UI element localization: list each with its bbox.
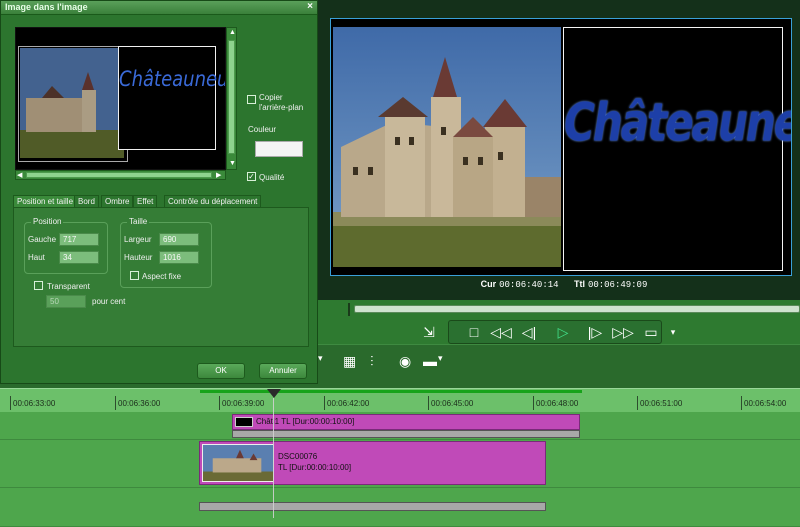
transparent-input[interactable]: 50: [46, 295, 86, 308]
title-clip-label: Châti1 TL [Dur:00:00:10:00]: [256, 417, 355, 426]
size-group: Taille Largeur 690 Hauteur 1016 Aspect f…: [120, 217, 212, 288]
transparent-checkbox[interactable]: [34, 281, 43, 290]
scroll-down-icon[interactable]: ▼: [229, 160, 236, 167]
tick-label: 00:06:51:00: [636, 396, 683, 410]
play-icon[interactable]: ▷: [552, 322, 574, 342]
clip-mode-icon[interactable]: ⇲: [418, 322, 440, 342]
playhead-line: [273, 398, 274, 518]
tick-label: 00:06:42:00: [323, 396, 370, 410]
output-icon[interactable]: ▭: [640, 322, 662, 342]
position-group-title: Position: [31, 217, 64, 226]
width-input[interactable]: 690: [159, 233, 199, 246]
title-clip-thumbnail: [235, 416, 253, 427]
tick-label: 00:06:33:00: [9, 396, 56, 410]
top-input[interactable]: 34: [59, 251, 99, 264]
fast-forward-icon[interactable]: ▷▷: [612, 322, 634, 342]
percent-label: pour cent: [92, 297, 126, 306]
cur-timecode: 00:06:40:14: [499, 280, 559, 290]
position-size-panel: Position Gauche 717 Haut 34 Taille Large…: [13, 207, 309, 347]
ttl-timecode: 00:06:49:09: [587, 280, 648, 290]
video-clip[interactable]: DSC00076 TL [Dur:00:00:10:00]: [199, 441, 546, 485]
scrub-handle[interactable]: [348, 303, 350, 316]
width-label: Largeur: [124, 235, 152, 244]
dialog-title: Image dans l'image: [5, 2, 88, 12]
dialog-titlebar[interactable]: Image dans l'image ×: [1, 1, 317, 15]
preview-window: Châteauneuf: [330, 18, 792, 276]
scroll-up-icon[interactable]: ▲: [229, 29, 236, 36]
horizontal-scroll-thumb[interactable]: [26, 172, 212, 178]
video-clip-name: DSC00076: [278, 452, 318, 461]
mini-castle-photo: [20, 48, 124, 158]
scroll-right-icon[interactable]: ▶: [216, 171, 221, 179]
ttl-label: Ttl: [573, 279, 585, 289]
video-clip-thumbnail: [202, 444, 274, 482]
height-input[interactable]: 1016: [159, 251, 199, 264]
pip-dialog: Image dans l'image × Châteauneuf ▲ ▼ ◀ ▶…: [0, 0, 318, 384]
transport-controls: ⇲ □ ◁◁ ◁| ▷ |▷ ▷▷ ▭ ▾: [318, 320, 800, 344]
layout-icon[interactable]: ▬: [423, 353, 437, 369]
rewind-icon[interactable]: ◁◁: [490, 322, 512, 342]
layout-dropdown-icon[interactable]: ▾: [438, 353, 443, 364]
tick-label: 00:06:48:00: [532, 396, 579, 410]
left-label: Gauche: [28, 235, 57, 244]
next-frame-icon[interactable]: |▷: [584, 322, 606, 342]
record-icon[interactable]: ◉: [399, 353, 411, 370]
toolbar-dropdown-icon[interactable]: ▾: [318, 353, 323, 364]
mixer-icon[interactable]: ⫶: [370, 353, 374, 370]
color-label: Couleur: [248, 125, 277, 134]
tick-label: 00:06:36:00: [114, 396, 161, 410]
storyboard-icon[interactable]: ▦: [343, 353, 356, 370]
mini-title-overlay[interactable]: Châteauneuf: [118, 46, 226, 150]
transparent-label: Transparent: [47, 282, 90, 291]
cancel-button[interactable]: Annuler: [259, 363, 307, 379]
preview-vertical-scrollbar[interactable]: ▲ ▼: [226, 27, 237, 170]
preview-horizontal-scrollbar[interactable]: ◀ ▶: [15, 170, 226, 180]
scroll-left-icon[interactable]: ◀: [17, 171, 22, 179]
scrub-track[interactable]: [354, 305, 800, 313]
copy-background-checkbox[interactable]: [247, 95, 256, 104]
timecode-display: Cur 00:06:40:14 Ttl 00:06:49:09: [318, 279, 800, 293]
quality-checkbox[interactable]: ✓: [247, 172, 256, 181]
close-icon[interactable]: ×: [307, 1, 313, 12]
height-label: Hauteur: [124, 253, 153, 262]
left-input[interactable]: 717: [59, 233, 99, 246]
dialog-preview[interactable]: Châteauneuf: [15, 27, 226, 170]
quality-label: Qualité: [259, 173, 285, 182]
cur-label: Cur: [480, 279, 497, 289]
stop-icon[interactable]: □: [463, 322, 485, 342]
prev-frame-icon[interactable]: ◁|: [518, 322, 540, 342]
top-label: Haut: [28, 253, 45, 262]
overlay-title-text: Châteauneuf: [564, 91, 791, 154]
title-clip[interactable]: Châti1 TL [Dur:00:00:10:00]: [232, 414, 580, 430]
ok-button[interactable]: OK: [197, 363, 245, 379]
playhead-handle[interactable]: [267, 389, 281, 398]
video-clip-duration: TL [Dur:00:00:10:00]: [278, 463, 352, 472]
title-overlay: Châteauneuf: [563, 27, 791, 271]
scrub-bar[interactable]: [318, 300, 800, 320]
aspect-fixed-label: Aspect fixe: [142, 272, 182, 281]
castle-photo: [333, 27, 561, 267]
audio-clip[interactable]: [199, 502, 546, 511]
tick-label: 00:06:45:00: [427, 396, 474, 410]
aspect-fixed-checkbox[interactable]: [130, 271, 139, 280]
render-range-bar: [200, 390, 582, 393]
size-group-title: Taille: [127, 217, 150, 226]
tick-label: 00:06:54:00: [740, 396, 787, 410]
copy-background-label: Copier l'arrière-plan: [259, 93, 304, 112]
output-dropdown-icon[interactable]: ▾: [662, 322, 684, 342]
title-clip-keyframe-bar: [232, 430, 580, 438]
position-group: Position Gauche 717 Haut 34: [24, 217, 108, 274]
tick-label: 00:06:39:00: [218, 396, 265, 410]
vertical-scroll-thumb[interactable]: [228, 40, 235, 154]
mini-title-text: Châteauneuf: [119, 66, 226, 93]
color-swatch[interactable]: [255, 141, 303, 157]
